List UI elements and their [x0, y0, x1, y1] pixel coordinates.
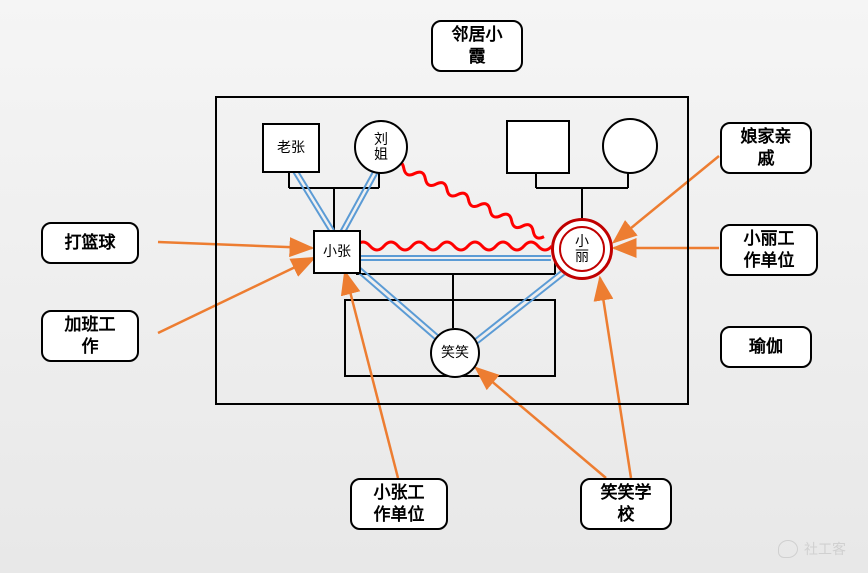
person-grandfather-left: 老张 — [262, 123, 320, 173]
person-grandfather-right — [506, 120, 570, 174]
person-grandmother-right — [602, 118, 658, 174]
ext-relatives: 娘家亲 戚 — [720, 122, 812, 174]
watermark-text: 社工客 — [804, 539, 846, 559]
watermark: 社工客 — [778, 539, 846, 559]
ext-overtime: 加班工 作 — [41, 310, 139, 362]
ext-neighbor: 邻居小 霞 — [431, 20, 523, 72]
person-grandmother-left: 刘 姐 — [354, 120, 408, 174]
ext-husband-workplace: 小张工 作单位 — [350, 478, 448, 530]
person-husband: 小张 — [313, 230, 361, 274]
person-wife-identified-client: 小 丽 — [551, 218, 613, 280]
person-wife-label: 小 丽 — [575, 234, 589, 265]
ext-yoga: 瑜伽 — [720, 326, 812, 368]
chat-bubble-icon — [778, 540, 798, 558]
person-child: 笑笑 — [430, 328, 480, 378]
ext-wife-workplace: 小丽工 作单位 — [720, 224, 818, 276]
ext-basketball: 打篮球 — [41, 222, 139, 264]
ext-child-school: 笑笑学 校 — [580, 478, 672, 530]
